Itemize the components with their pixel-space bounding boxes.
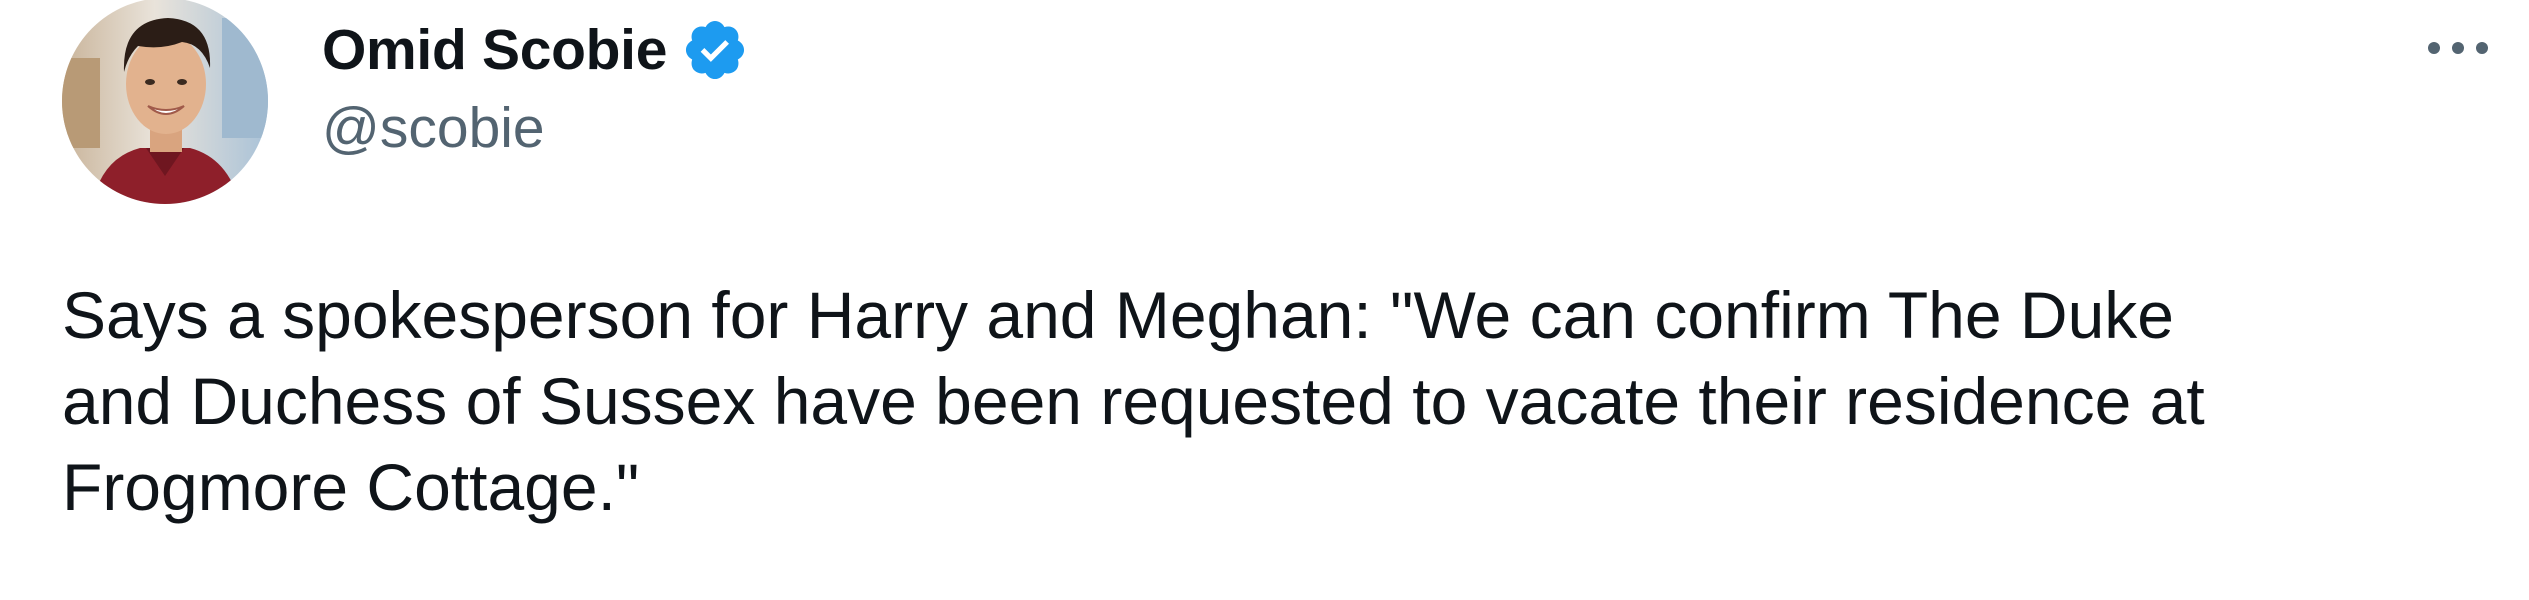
author-display-name[interactable]: Omid Scobie [322,21,667,79]
tweet-header: Omid Scobie @scobie [322,8,749,157]
tweet-text: Says a spokesperson for Harry and Meghan… [62,278,2205,524]
author-avatar[interactable] [62,0,268,204]
more-options-icon[interactable] [2423,28,2493,68]
name-row: Omid Scobie [322,8,749,92]
tweet-card: Omid Scobie @scobie Says a spokesperson … [0,0,2529,600]
profile-photo-icon [62,0,268,204]
author-handle[interactable]: @scobie [322,100,749,157]
verified-badge-icon [681,16,749,84]
